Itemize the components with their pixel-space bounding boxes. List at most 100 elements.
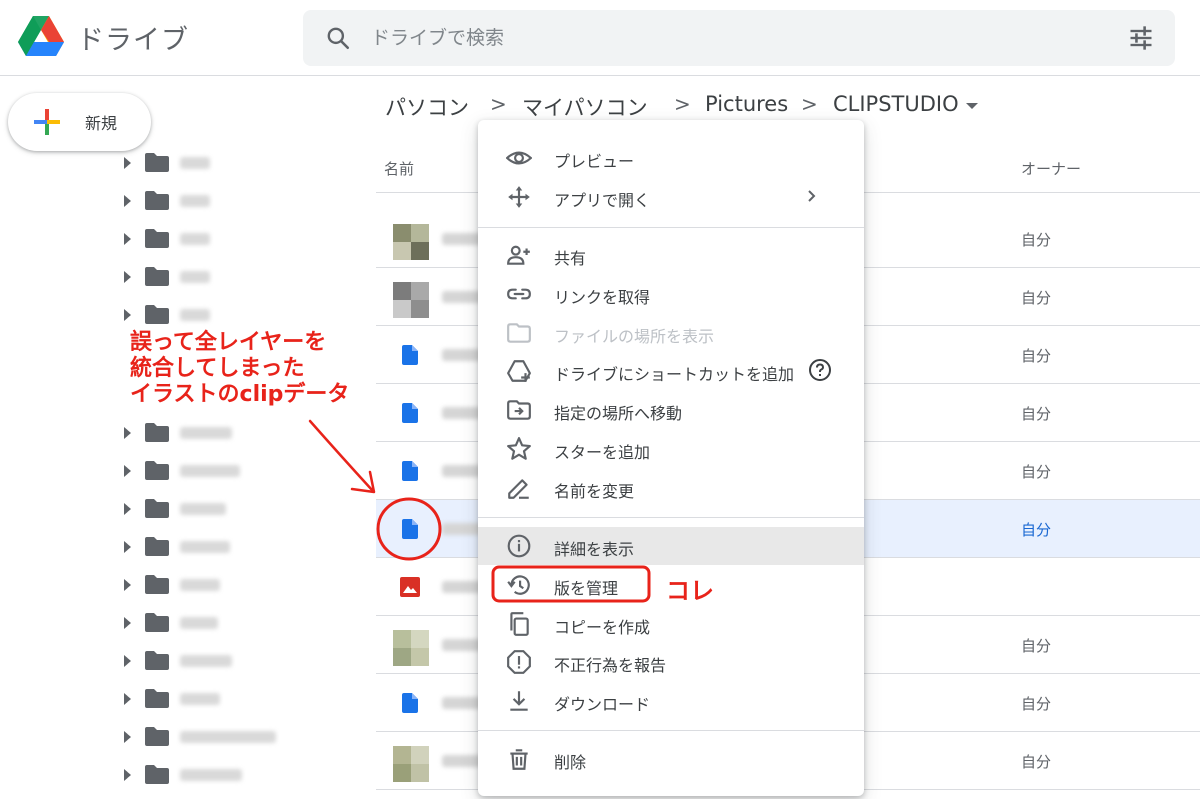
help-icon[interactable] bbox=[808, 358, 832, 382]
search-bar[interactable] bbox=[303, 10, 1175, 66]
expand-caret-icon[interactable] bbox=[124, 233, 131, 245]
blurred-file-name bbox=[442, 639, 482, 651]
folder-tree-item[interactable] bbox=[120, 220, 370, 258]
menu-item-eye[interactable]: プレビュー bbox=[478, 139, 864, 177]
breadcrumb-item-clipstudio[interactable]: CLIPSTUDIO bbox=[833, 92, 959, 116]
folder-icon bbox=[145, 613, 169, 632]
annotation-line: 誤って全レイヤーを bbox=[130, 330, 327, 355]
context-menu: プレビューアプリで開く 共有リンクを取得ファイルの場所を表示ドライブにショートカッ… bbox=[478, 120, 864, 796]
file-owner: 自分 bbox=[1021, 231, 1052, 249]
expand-caret-icon[interactable] bbox=[124, 427, 131, 439]
blurred-folder-name bbox=[180, 503, 226, 515]
rename-pen-icon bbox=[508, 479, 529, 499]
file-owner: 自分 bbox=[1021, 637, 1052, 655]
expand-caret-icon[interactable] bbox=[124, 579, 131, 591]
drive-logo-icon[interactable] bbox=[18, 14, 64, 58]
breadcrumb-item-pc[interactable]: パソコン bbox=[385, 92, 469, 122]
download-icon bbox=[510, 691, 528, 711]
search-input[interactable] bbox=[371, 20, 1091, 56]
file-owner: 自分 bbox=[1021, 695, 1052, 713]
folder-tree-item[interactable] bbox=[120, 296, 370, 334]
blurred-folder-name bbox=[180, 309, 210, 321]
blurred-folder-name bbox=[180, 693, 220, 705]
search-options-icon[interactable] bbox=[1127, 24, 1155, 52]
blurred-file-name bbox=[442, 349, 482, 361]
menu-item-label: 指定の場所へ移動 bbox=[554, 404, 683, 423]
menu-item-copy[interactable]: コピーを作成 bbox=[478, 605, 864, 643]
folder-tree-item[interactable] bbox=[120, 756, 370, 794]
folder-tree-item[interactable] bbox=[120, 258, 370, 296]
folder-tree-item[interactable] bbox=[120, 182, 370, 220]
folder-tree-item[interactable] bbox=[120, 144, 370, 182]
folder-tree-item[interactable] bbox=[120, 604, 370, 642]
folder-tree-item[interactable] bbox=[120, 528, 370, 566]
new-button[interactable]: 新規 bbox=[8, 93, 151, 151]
history-icon bbox=[507, 575, 530, 595]
folder-icon bbox=[145, 765, 169, 784]
menu-item-folder: ファイルの場所を表示 bbox=[478, 314, 864, 352]
folder-tree-item[interactable] bbox=[120, 452, 370, 490]
menu-item-label: 共有 bbox=[554, 249, 587, 268]
expand-caret-icon[interactable] bbox=[124, 541, 131, 553]
breadcrumb-item-my-pc[interactable]: マイパソコン bbox=[522, 92, 648, 122]
folder-tree-item[interactable] bbox=[120, 490, 370, 528]
expand-caret-icon[interactable] bbox=[124, 769, 131, 781]
menu-item-label: 削除 bbox=[554, 753, 587, 772]
expand-caret-icon[interactable] bbox=[124, 655, 131, 667]
blurred-file-name bbox=[442, 407, 482, 419]
expand-caret-icon[interactable] bbox=[124, 271, 131, 283]
breadcrumb-item-pictures[interactable]: Pictures bbox=[705, 92, 788, 116]
menu-item-label: 詳細を表示 bbox=[554, 540, 635, 559]
blurred-file-name bbox=[442, 755, 482, 767]
folder-tree-item[interactable] bbox=[120, 680, 370, 718]
column-header-owner[interactable]: オーナー bbox=[1021, 158, 1081, 179]
blurred-file-name bbox=[442, 697, 482, 709]
breadcrumb-separator: > bbox=[674, 92, 691, 116]
folder-tree-item[interactable] bbox=[120, 718, 370, 756]
blurred-folder-name bbox=[180, 541, 230, 553]
image-file-icon bbox=[400, 577, 420, 597]
folder-icon bbox=[507, 323, 531, 343]
file-doc-icon bbox=[402, 345, 418, 365]
search-icon[interactable] bbox=[325, 25, 351, 51]
folder-icon bbox=[145, 305, 169, 324]
folder-tree-item[interactable] bbox=[120, 414, 370, 452]
expand-caret-icon[interactable] bbox=[124, 693, 131, 705]
expand-caret-icon[interactable] bbox=[124, 617, 131, 629]
expand-caret-icon[interactable] bbox=[124, 465, 131, 477]
blurred-file-name bbox=[442, 291, 482, 303]
menu-item-link[interactable]: リンクを取得 bbox=[478, 275, 864, 313]
menu-item-download[interactable]: ダウンロード bbox=[478, 682, 864, 720]
expand-caret-icon[interactable] bbox=[124, 731, 131, 743]
expand-caret-icon[interactable] bbox=[124, 309, 131, 321]
menu-item-drive-shortcut[interactable]: ドライブにショートカットを追加 bbox=[478, 352, 864, 390]
folder-icon bbox=[145, 423, 169, 442]
link-icon bbox=[507, 288, 531, 300]
breadcrumb-dropdown-icon[interactable] bbox=[966, 103, 978, 109]
menu-item-person-add[interactable]: 共有 bbox=[478, 236, 864, 274]
expand-caret-icon[interactable] bbox=[124, 157, 131, 169]
menu-item-report[interactable]: 不正行為を報告 bbox=[478, 643, 864, 681]
blurred-folder-name bbox=[180, 157, 210, 169]
menu-item-info[interactable]: 詳細を表示 bbox=[478, 527, 864, 565]
report-icon bbox=[507, 650, 531, 674]
folder-tree-item[interactable] bbox=[120, 566, 370, 604]
blurred-folder-name bbox=[180, 579, 220, 591]
eye-icon bbox=[506, 151, 532, 165]
menu-item-label: ファイルの場所を表示 bbox=[554, 327, 715, 346]
expand-caret-icon[interactable] bbox=[124, 503, 131, 515]
column-header-name[interactable]: 名前 bbox=[384, 158, 414, 179]
menu-item-trash[interactable]: 削除 bbox=[478, 740, 864, 778]
menu-divider bbox=[478, 517, 864, 518]
menu-item-move-arrows[interactable]: アプリで開く bbox=[478, 178, 864, 216]
menu-item-rename-pen[interactable]: 名前を変更 bbox=[478, 469, 864, 507]
menu-item-star[interactable]: スターを追加 bbox=[478, 430, 864, 468]
move-arrows-icon bbox=[508, 186, 530, 208]
menu-item-label: アプリで開く bbox=[554, 191, 651, 210]
expand-caret-icon[interactable] bbox=[124, 195, 131, 207]
folder-tree-item[interactable] bbox=[120, 642, 370, 680]
menu-item-label: ダウンロード bbox=[554, 695, 651, 714]
blurred-file-name bbox=[442, 523, 482, 535]
app-title: ドライブ bbox=[77, 25, 189, 56]
menu-item-move-to-folder[interactable]: 指定の場所へ移動 bbox=[478, 391, 864, 429]
